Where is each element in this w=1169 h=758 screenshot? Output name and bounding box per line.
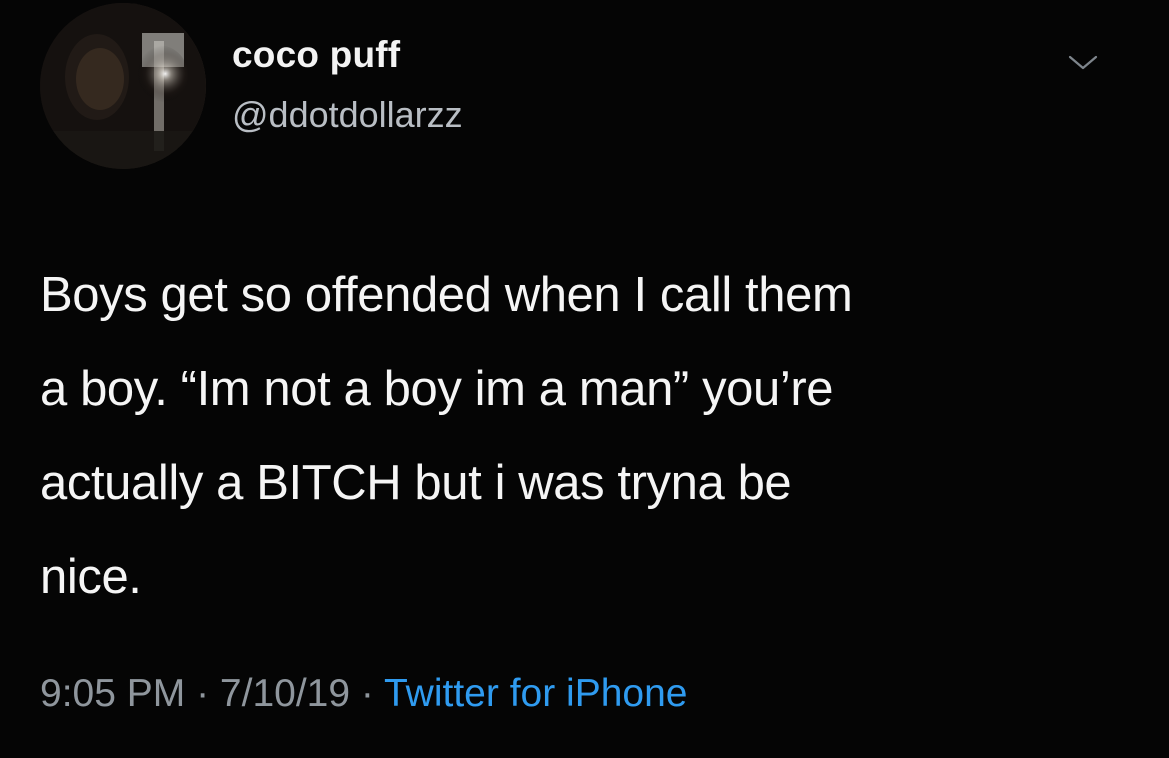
display-name[interactable]: coco puff bbox=[232, 34, 400, 76]
profile-photo-icon bbox=[40, 3, 206, 169]
tweet-metadata: 9:05 PM · 7/10/19 · Twitter for iPhone bbox=[40, 672, 687, 716]
tweet-card: coco puff @ddotdollarzz Boys get so offe… bbox=[0, 0, 1169, 758]
chevron-down-icon[interactable] bbox=[1062, 49, 1104, 75]
tweet-text: Boys get so offended when I call them a … bbox=[40, 268, 853, 604]
tweet-date[interactable]: 7/10/19 bbox=[220, 672, 350, 715]
avatar[interactable] bbox=[40, 3, 206, 169]
tweet-source-link[interactable]: Twitter for iPhone bbox=[384, 672, 687, 715]
tweet-time[interactable]: 9:05 PM bbox=[40, 672, 185, 715]
metadata-separator: · bbox=[185, 672, 220, 715]
user-handle[interactable]: @ddotdollarzz bbox=[232, 94, 463, 136]
metadata-separator: · bbox=[350, 672, 385, 715]
